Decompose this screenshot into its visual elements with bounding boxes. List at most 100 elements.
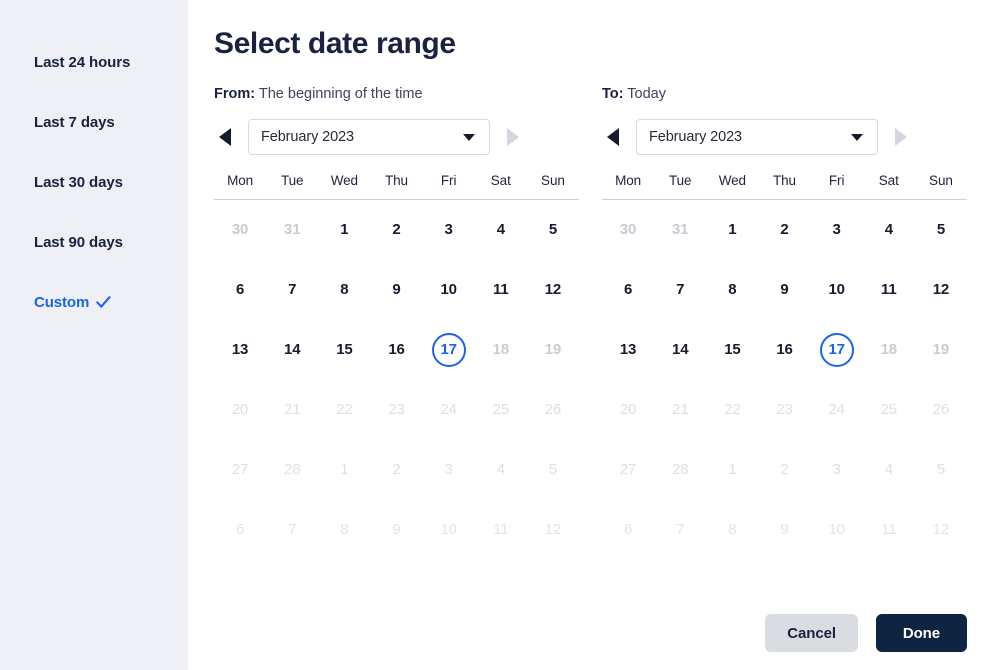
weekday-label: Tue — [280, 173, 304, 188]
sidebar-item-last-7-days[interactable]: Last 7 days — [0, 92, 188, 152]
from-day-6[interactable]: 6 — [214, 260, 266, 320]
from-next-month-button[interactable] — [502, 124, 524, 150]
from-day-4[interactable]: 4 — [475, 200, 527, 260]
day-number: 3 — [444, 461, 453, 478]
day-number: 1 — [728, 221, 737, 238]
from-day-20: 20 — [214, 380, 266, 440]
from-day-30: 30 — [214, 200, 266, 260]
day-number: 9 — [392, 281, 401, 298]
from-month-select[interactable]: February 2023 — [248, 119, 490, 155]
from-day-1: 1 — [318, 440, 370, 500]
to-label: To: Today — [602, 86, 967, 102]
done-button[interactable]: Done — [875, 614, 967, 652]
from-calendar-panel: From: The beginning of the time February… — [214, 86, 579, 560]
sidebar-item-label: Last 24 hours — [34, 53, 131, 71]
to-day-14[interactable]: 14 — [654, 320, 706, 380]
to-day-20: 20 — [602, 380, 654, 440]
to-day-27: 27 — [602, 440, 654, 500]
from-day-9[interactable]: 9 — [370, 260, 422, 320]
day-number: 4 — [496, 461, 505, 478]
weekday-label: Mon — [227, 173, 254, 188]
from-day-5: 5 — [527, 440, 579, 500]
from-day-16[interactable]: 16 — [370, 320, 422, 380]
to-day-3: 3 — [811, 440, 863, 500]
from-day-7: 7 — [266, 500, 318, 560]
to-day-11[interactable]: 11 — [863, 260, 915, 320]
to-day-2[interactable]: 2 — [758, 200, 810, 260]
from-day-17-selected[interactable]: 17 — [423, 320, 475, 380]
from-day-12[interactable]: 12 — [527, 260, 579, 320]
day-number: 22 — [724, 401, 741, 418]
day-number: 31 — [284, 221, 301, 238]
from-day-1[interactable]: 1 — [318, 200, 370, 260]
from-day-5[interactable]: 5 — [527, 200, 579, 260]
day-number: 19 — [932, 341, 950, 358]
to-day-18: 18 — [863, 320, 915, 380]
day-number: 12 — [544, 521, 562, 538]
from-day-10: 10 — [423, 500, 475, 560]
to-day-7[interactable]: 7 — [654, 260, 706, 320]
to-day-3[interactable]: 3 — [811, 200, 863, 260]
to-month-select[interactable]: February 2023 — [636, 119, 878, 155]
to-day-5[interactable]: 5 — [915, 200, 967, 260]
day-number: 11 — [881, 281, 897, 298]
from-day-3[interactable]: 3 — [423, 200, 475, 260]
dialog-footer: Cancel Done — [765, 614, 967, 652]
to-day-6[interactable]: 6 — [602, 260, 654, 320]
sidebar-item-last-90-days[interactable]: Last 90 days — [0, 212, 188, 272]
to-day-8[interactable]: 8 — [706, 260, 758, 320]
to-calendar: Mon Tue Wed Thu Fri Sat Sun 30 31 1 2 3 4 5 6 7 8… — [602, 173, 967, 560]
cancel-button[interactable]: Cancel — [765, 614, 858, 652]
day-number: 18 — [880, 341, 897, 358]
to-day-16[interactable]: 16 — [758, 320, 810, 380]
to-day-grid: 30 31 1 2 3 4 5 6 7 8 9 10 11 12 13 14 15 16 17 18 19 20 21 22 2… — [602, 200, 967, 560]
day-number: 10 — [440, 281, 457, 298]
to-next-month-button[interactable] — [890, 124, 912, 150]
from-day-8[interactable]: 8 — [318, 260, 370, 320]
sidebar-item-custom[interactable]: Custom — [0, 272, 188, 332]
chevron-right-icon — [507, 128, 519, 146]
from-day-22: 22 — [318, 380, 370, 440]
day-number: 16 — [776, 341, 793, 358]
to-month-nav: February 2023 — [602, 119, 967, 155]
to-day-9: 9 — [758, 500, 810, 560]
from-day-14[interactable]: 14 — [266, 320, 318, 380]
day-number: 24 — [828, 401, 845, 418]
to-prev-month-button[interactable] — [602, 124, 624, 150]
to-day-1[interactable]: 1 — [706, 200, 758, 260]
day-number: 15 — [336, 341, 353, 358]
from-day-15[interactable]: 15 — [318, 320, 370, 380]
from-day-9: 9 — [370, 500, 422, 560]
day-number: 26 — [544, 401, 562, 418]
from-day-11[interactable]: 11 — [475, 260, 527, 320]
sidebar-item-last-24-hours[interactable]: Last 24 hours — [0, 32, 188, 92]
to-day-10[interactable]: 10 — [811, 260, 863, 320]
from-day-2[interactable]: 2 — [370, 200, 422, 260]
to-day-2: 2 — [758, 440, 810, 500]
day-number: 18 — [492, 341, 509, 358]
sidebar-item-label: Last 30 days — [34, 173, 123, 191]
to-day-25: 25 — [863, 380, 915, 440]
sidebar-item-label: Custom — [34, 293, 90, 311]
to-day-4[interactable]: 4 — [863, 200, 915, 260]
day-number: 12 — [544, 281, 562, 298]
day-number: 28 — [672, 461, 689, 478]
to-day-17-selected[interactable]: 17 — [811, 320, 863, 380]
day-number: 2 — [392, 461, 401, 478]
to-day-9[interactable]: 9 — [758, 260, 810, 320]
to-day-21: 21 — [654, 380, 706, 440]
day-number: 4 — [884, 221, 893, 238]
from-prev-month-button[interactable] — [214, 124, 236, 150]
to-day-11: 11 — [863, 500, 915, 560]
to-day-15[interactable]: 15 — [706, 320, 758, 380]
to-day-26: 26 — [915, 380, 967, 440]
from-day-7[interactable]: 7 — [266, 260, 318, 320]
to-day-8: 8 — [706, 500, 758, 560]
sidebar-item-last-30-days[interactable]: Last 30 days — [0, 152, 188, 212]
from-day-10[interactable]: 10 — [423, 260, 475, 320]
day-number: 22 — [336, 401, 353, 418]
chevron-left-icon — [607, 128, 619, 146]
to-day-12[interactable]: 12 — [915, 260, 967, 320]
to-day-13[interactable]: 13 — [602, 320, 654, 380]
from-day-13[interactable]: 13 — [214, 320, 266, 380]
